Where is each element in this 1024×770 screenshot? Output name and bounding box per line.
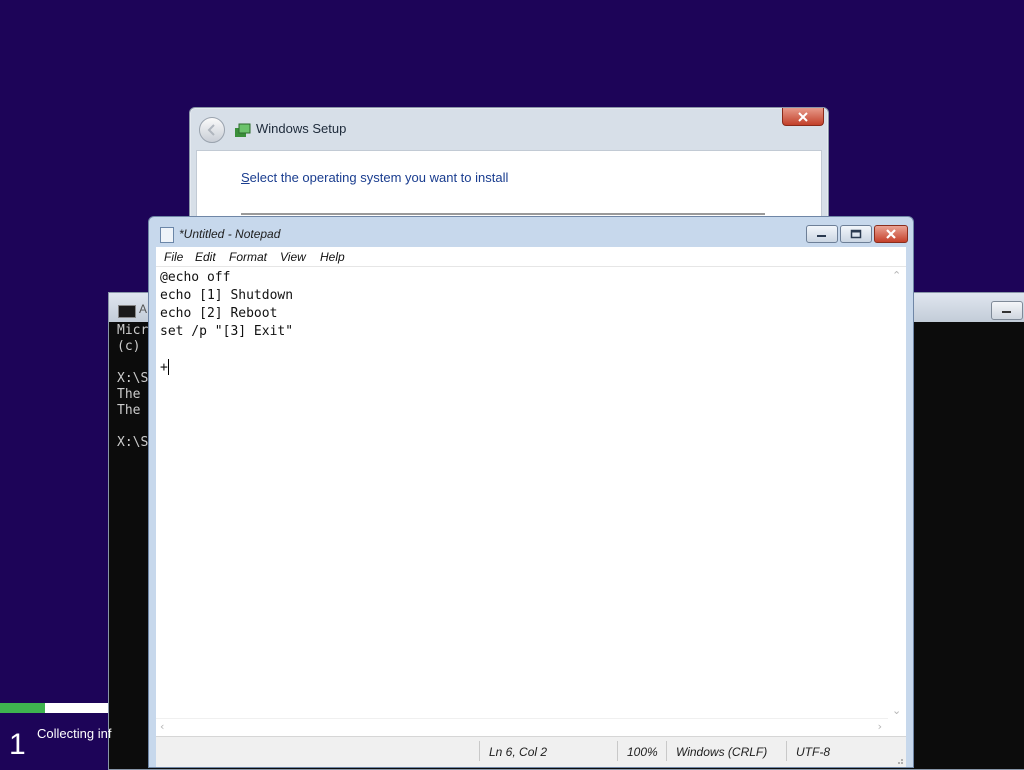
cmd-line: Micr <box>117 323 149 338</box>
status-bar: Ln 6, Col 2 100% Windows (CRLF) UTF-8 <box>156 736 906 767</box>
cmd-line: (c) <box>117 339 141 354</box>
windows-setup-window: Windows Setup Select the operating syste… <box>189 107 829 229</box>
prompt-text: elect the operating system you want to i… <box>249 170 509 185</box>
menu-format[interactable]: Format <box>229 250 267 264</box>
notepad-icon <box>160 227 174 243</box>
cmd-line: X:\S <box>117 371 149 386</box>
prompt-accelerator: S <box>241 170 250 185</box>
status-separator <box>617 741 618 761</box>
close-icon <box>886 229 896 239</box>
menu-help[interactable]: Help <box>320 250 345 264</box>
os-select-prompt: Select the operating system you want to … <box>241 170 508 185</box>
cmd-line <box>117 419 148 435</box>
notepad-window[interactable]: *Untitled - Notepad File Edit Format Vie… <box>148 216 914 768</box>
menu-bar: File Edit Format View Help <box>156 247 906 266</box>
close-button[interactable] <box>874 225 908 243</box>
cmd-output: Micr (c) X:\S The The X:\S <box>117 323 148 451</box>
status-zoom: 100% <box>627 745 658 759</box>
cmd-line: X:\S <box>117 435 149 450</box>
back-button[interactable] <box>199 117 225 143</box>
cmd-line <box>117 355 148 371</box>
menu-view[interactable]: View <box>280 250 306 264</box>
notepad-title: *Untitled - Notepad <box>179 227 281 241</box>
status-separator <box>479 741 480 761</box>
cmd-line: The <box>117 387 141 402</box>
text-editor[interactable]: @echo off echo [1] Shutdown echo [2] Reb… <box>156 266 906 737</box>
status-line-ending: Windows (CRLF) <box>676 745 768 759</box>
menu-file[interactable]: File <box>164 250 183 264</box>
window-title: Windows Setup <box>256 121 347 136</box>
back-arrow-icon <box>207 124 215 136</box>
minimize-icon <box>1002 311 1011 313</box>
status-separator <box>786 741 787 761</box>
cmd-line: The <box>117 403 141 418</box>
maximize-icon <box>850 229 862 239</box>
scroll-left-icon[interactable]: ‹ <box>160 720 164 733</box>
minimize-icon <box>817 235 826 237</box>
step-number: 1 <box>9 728 26 761</box>
maximize-button[interactable] <box>840 225 872 243</box>
close-button[interactable] <box>782 108 824 126</box>
cmd-minimize-button[interactable] <box>991 301 1023 320</box>
vertical-scrollbar[interactable]: ⌃ ⌄ <box>888 267 906 719</box>
scroll-up-icon[interactable]: ⌃ <box>892 269 901 282</box>
install-progress-bar <box>0 703 108 713</box>
setup-icon <box>235 123 251 137</box>
status-position: Ln 6, Col 2 <box>489 745 548 759</box>
notepad-titlebar[interactable]: *Untitled - Notepad <box>149 217 913 247</box>
cmd-title: A <box>139 302 148 316</box>
status-encoding: UTF-8 <box>796 745 830 759</box>
text-caret <box>168 359 169 375</box>
progress-fill <box>0 703 46 713</box>
editor-content[interactable]: @echo off echo [1] Shutdown echo [2] Reb… <box>160 269 293 377</box>
minimize-button[interactable] <box>806 225 838 243</box>
scroll-down-icon[interactable]: ⌄ <box>892 704 901 717</box>
step-label: Collecting inf <box>37 726 112 741</box>
close-icon <box>798 111 808 122</box>
scroll-right-icon[interactable]: › <box>878 720 882 733</box>
os-list-box[interactable] <box>241 213 765 215</box>
cmd-icon <box>118 305 136 318</box>
menu-edit[interactable]: Edit <box>195 250 216 264</box>
resize-grip-icon[interactable] <box>894 755 904 765</box>
status-separator <box>666 741 667 761</box>
horizontal-scrollbar[interactable]: ‹ › <box>156 718 888 737</box>
